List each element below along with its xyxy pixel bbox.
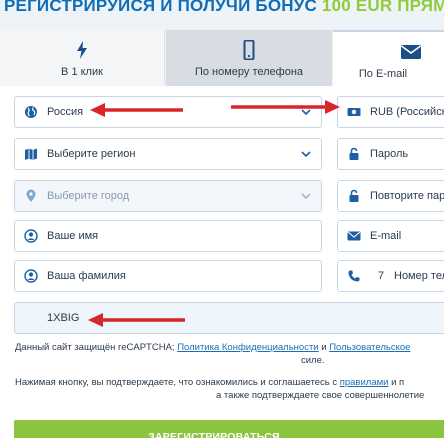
tab-label: По E-mail — [358, 68, 408, 80]
recaptcha-and: и — [321, 342, 327, 353]
region-select[interactable]: Выберите регион — [14, 138, 322, 170]
register-button[interactable]: ЗАРЕГИСТРИРОВАТЬСЯ — [14, 420, 444, 438]
phone-placeholder: Номер теле — [394, 270, 444, 282]
rules-link[interactable]: правилами — [340, 377, 389, 388]
phone-icon — [348, 270, 360, 282]
email-field[interactable]: E-mail — [337, 220, 444, 252]
city-select[interactable]: Выберите город — [14, 180, 322, 212]
banknote-icon — [347, 108, 361, 116]
user-icon — [24, 229, 38, 243]
envelope-icon — [401, 45, 421, 59]
email-placeholder: E-mail — [370, 230, 402, 242]
recaptcha-notice: Данный сайт защищён reCAPTCHA; Политика … — [15, 342, 444, 353]
promo-code-field[interactable]: 1XBIG — [14, 302, 444, 334]
country-value: Россия — [47, 106, 84, 118]
banner-text: РЕГИСТРИРУЙСЯ И ПОЛУЧИ БОНУС — [4, 0, 317, 15]
smartphone-icon — [243, 40, 255, 60]
tab-email[interactable]: По E-mail — [333, 30, 444, 86]
map-icon — [25, 148, 37, 160]
chevron-down-icon — [301, 193, 311, 200]
age-text: а также подтверждаете свое совершеннолет… — [216, 390, 425, 401]
currency-value: RUB (Российски — [370, 106, 444, 118]
registration-tabs: В 1 клик По номеру телефона По E-mail — [0, 30, 444, 86]
tab-label: В 1 клик — [61, 66, 103, 78]
user-icon — [24, 269, 38, 283]
last-name-field[interactable]: Ваша фамилия — [14, 260, 322, 292]
terms-text-post: и п — [391, 377, 405, 388]
bonus-banner: РЕГИСТРИРУЙСЯ И ПОЛУЧИ БОНУС 100 EUR ПРЯ… — [4, 0, 444, 18]
region-value: Выберите регион — [47, 148, 136, 160]
envelope-icon — [347, 231, 361, 241]
recaptcha-text: Данный сайт защищён reCAPTCHA; — [15, 342, 175, 353]
last-name-placeholder: Ваша фамилия — [47, 270, 126, 282]
city-value: Выберите город — [47, 190, 130, 202]
terms-notice: Нажимая кнопку, вы подтверждаете, что оз… — [15, 377, 444, 388]
registration-form: Россия RUB (Российски Выберите регион Па… — [0, 86, 444, 438]
globe-icon — [25, 106, 37, 118]
location-pin-icon — [26, 189, 36, 202]
password-repeat-placeholder: Повторите паро — [370, 190, 444, 202]
registration-page: РЕГИСТРИРУЙСЯ И ПОЛУЧИ БОНУС 100 EUR ПРЯ… — [0, 0, 444, 438]
banner-bonus-text: 100 EUR ПРЯМО СЕЙЧ — [321, 0, 444, 15]
currency-select[interactable]: RUB (Российски — [337, 96, 444, 128]
privacy-policy-link[interactable]: Политика Конфиденциальности — [177, 342, 318, 353]
phone-code: 7 — [378, 270, 385, 282]
password-placeholder: Пароль — [370, 148, 409, 160]
tab-label: По номеру телефона — [194, 66, 304, 78]
promo-code-value: 1XBIG — [47, 312, 80, 324]
tab-one-click[interactable]: В 1 клик — [0, 30, 165, 86]
recaptcha-notice-cont: силе. — [301, 355, 444, 366]
phone-field[interactable]: 7 Номер теле — [337, 260, 444, 292]
terms-text: Нажимая кнопку, вы подтверждаете, что оз… — [15, 377, 338, 388]
password-field[interactable]: Пароль — [337, 138, 444, 170]
age-notice: а также подтверждаете свое совершеннолет… — [216, 390, 444, 401]
password-repeat-field[interactable]: Повторите паро — [337, 180, 444, 212]
lock-icon — [349, 147, 359, 160]
arrow-annotation-currency — [231, 100, 340, 114]
chevron-down-icon — [301, 151, 311, 158]
recaptcha-text-end: силе. — [301, 355, 325, 366]
arrow-annotation-promo — [88, 313, 185, 327]
lightning-icon — [77, 41, 87, 59]
user-agreement-link[interactable]: Пользовательское — [329, 342, 410, 353]
first-name-field[interactable]: Ваше имя — [14, 220, 322, 252]
lock-icon — [349, 189, 359, 202]
arrow-annotation-country — [90, 103, 183, 117]
register-button-label: ЗАРЕГИСТРИРОВАТЬСЯ — [148, 431, 280, 438]
first-name-placeholder: Ваше имя — [47, 230, 99, 242]
